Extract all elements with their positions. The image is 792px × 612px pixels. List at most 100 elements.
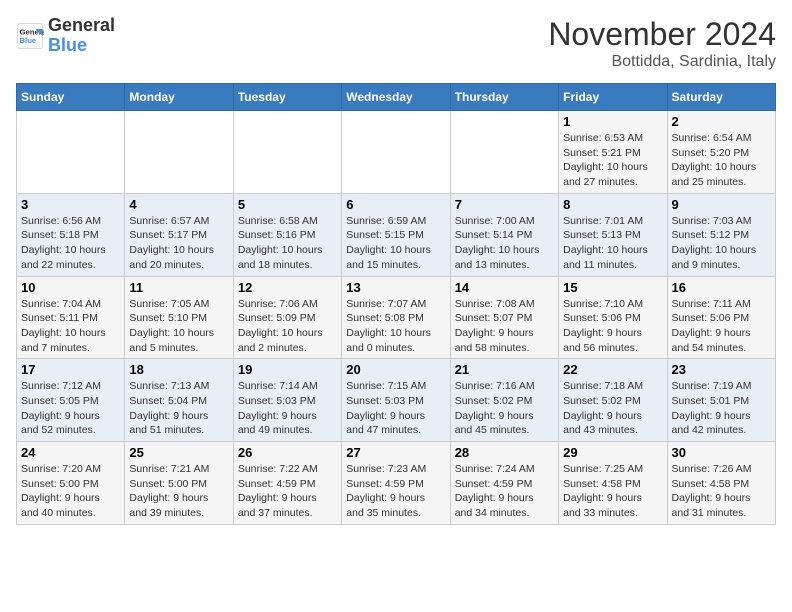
calendar-cell: 14Sunrise: 7:08 AM Sunset: 5:07 PM Dayli… (450, 276, 558, 359)
day-info: Sunrise: 7:25 AM Sunset: 4:58 PM Dayligh… (563, 462, 662, 521)
title-section: November 2024 Bottidda, Sardinia, Italy (548, 16, 776, 71)
calendar-cell: 20 Sunrise: 7:15 AM Sunset: 5:03 PM Dayli… (342, 359, 450, 442)
logo-icon: General Blue (16, 22, 44, 50)
calendar-cell (342, 111, 450, 194)
day-info: Sunrise: 7:13 AM Sunset: 5:04 PM Dayligh… (129, 379, 228, 438)
day-number: 30 (672, 445, 771, 460)
calendar-cell: 11 Sunrise: 7:05 AM Sunset: 5:10 PM Dayli… (125, 276, 233, 359)
day-info: Sunrise: 7:12 AM Sunset: 5:05 PM Dayligh… (21, 379, 120, 438)
day-number: 19 (238, 362, 337, 377)
calendar-cell: 29 Sunrise: 7:25 AM Sunset: 4:58 PM Dayli… (559, 442, 667, 525)
day-number: 11 (129, 280, 228, 295)
day-number: 29 (563, 445, 662, 460)
day-info: Sunrise: 7:21 AM Sunset: 5:00 PM Dayligh… (129, 462, 228, 521)
day-number: 5 (238, 197, 337, 212)
day-number: 2 (672, 114, 771, 129)
day-info: Sunrise: 6:58 AM Sunset: 5:16 PM Dayligh… (238, 214, 337, 273)
calendar-week-row: 1 Sunrise: 6:53 AM Sunset: 5:21 PM Daylig… (17, 111, 776, 194)
day-number: 10 (21, 280, 120, 295)
day-info: Sunrise: 7:01 AM Sunset: 5:13 PM Dayligh… (563, 214, 662, 273)
calendar-cell: 21Sunrise: 7:16 AM Sunset: 5:02 PM Dayli… (450, 359, 558, 442)
day-number: 25 (129, 445, 228, 460)
day-info: Sunrise: 6:57 AM Sunset: 5:17 PM Dayligh… (129, 214, 228, 273)
day-info: Sunrise: 7:00 AM Sunset: 5:14 PM Dayligh… (455, 214, 554, 273)
calendar-cell: 6Sunrise: 6:59 AM Sunset: 5:15 PM Daylig… (342, 193, 450, 276)
day-info: Sunrise: 7:10 AM Sunset: 5:06 PM Dayligh… (563, 297, 662, 356)
calendar-body: 1 Sunrise: 6:53 AM Sunset: 5:21 PM Daylig… (17, 111, 776, 525)
calendar-week-row: 10 Sunrise: 7:04 AM Sunset: 5:11 PM Dayli… (17, 276, 776, 359)
day-number: 1 (563, 114, 662, 129)
day-header-wednesday: Wednesday (342, 84, 450, 111)
calendar-cell: 12Sunrise: 7:06 AM Sunset: 5:09 PM Dayli… (233, 276, 341, 359)
calendar-cell: 17 Sunrise: 7:12 AM Sunset: 5:05 PM Dayli… (17, 359, 125, 442)
calendar-cell: 25 Sunrise: 7:21 AM Sunset: 5:00 PM Dayli… (125, 442, 233, 525)
calendar-cell: 5 Sunrise: 6:58 AM Sunset: 5:16 PM Daylig… (233, 193, 341, 276)
calendar-cell: 23Sunrise: 7:19 AM Sunset: 5:01 PM Dayli… (667, 359, 775, 442)
day-info: Sunrise: 7:20 AM Sunset: 5:00 PM Dayligh… (21, 462, 120, 521)
calendar-cell: 22 Sunrise: 7:18 AM Sunset: 5:02 PM Dayli… (559, 359, 667, 442)
day-number: 15 (563, 280, 662, 295)
day-number: 4 (129, 197, 228, 212)
calendar-header-row: SundayMondayTuesdayWednesdayThursdayFrid… (17, 84, 776, 111)
logo: General Blue General Blue (16, 16, 115, 56)
calendar-cell: 18 Sunrise: 7:13 AM Sunset: 5:04 PM Dayli… (125, 359, 233, 442)
calendar-cell: 1 Sunrise: 6:53 AM Sunset: 5:21 PM Daylig… (559, 111, 667, 194)
day-number: 18 (129, 362, 228, 377)
calendar-cell (450, 111, 558, 194)
calendar-cell (233, 111, 341, 194)
day-header-saturday: Saturday (667, 84, 775, 111)
day-number: 22 (563, 362, 662, 377)
calendar-week-row: 24 Sunrise: 7:20 AM Sunset: 5:00 PM Dayli… (17, 442, 776, 525)
calendar-cell (125, 111, 233, 194)
day-info: Sunrise: 6:54 AM Sunset: 5:20 PM Dayligh… (672, 131, 771, 190)
day-info: Sunrise: 7:05 AM Sunset: 5:10 PM Dayligh… (129, 297, 228, 356)
day-header-monday: Monday (125, 84, 233, 111)
day-number: 16 (672, 280, 771, 295)
calendar-cell: 16 Sunrise: 7:11 AM Sunset: 5:06 PM Dayli… (667, 276, 775, 359)
day-info: Sunrise: 7:08 AM Sunset: 5:07 PM Dayligh… (455, 297, 554, 356)
day-info: Sunrise: 7:22 AM Sunset: 4:59 PM Dayligh… (238, 462, 337, 521)
day-number: 24 (21, 445, 120, 460)
day-number: 23 (672, 362, 771, 377)
calendar-week-row: 17 Sunrise: 7:12 AM Sunset: 5:05 PM Dayli… (17, 359, 776, 442)
calendar-cell: 27Sunrise: 7:23 AM Sunset: 4:59 PM Dayli… (342, 442, 450, 525)
month-title: November 2024 (548, 16, 776, 53)
day-number: 20 (346, 362, 445, 377)
day-number: 27 (346, 445, 445, 460)
day-info: Sunrise: 7:07 AM Sunset: 5:08 PM Dayligh… (346, 297, 445, 356)
day-info: Sunrise: 7:18 AM Sunset: 5:02 PM Dayligh… (563, 379, 662, 438)
day-header-sunday: Sunday (17, 84, 125, 111)
day-info: Sunrise: 7:03 AM Sunset: 5:12 PM Dayligh… (672, 214, 771, 273)
day-number: 17 (21, 362, 120, 377)
calendar-cell: 7Sunrise: 7:00 AM Sunset: 5:14 PM Daylig… (450, 193, 558, 276)
calendar-cell: 2 Sunrise: 6:54 AM Sunset: 5:20 PM Daylig… (667, 111, 775, 194)
calendar-cell: 30Sunrise: 7:26 AM Sunset: 4:58 PM Dayli… (667, 442, 775, 525)
day-info: Sunrise: 7:16 AM Sunset: 5:02 PM Dayligh… (455, 379, 554, 438)
day-info: Sunrise: 7:14 AM Sunset: 5:03 PM Dayligh… (238, 379, 337, 438)
calendar-table: SundayMondayTuesdayWednesdayThursdayFrid… (16, 83, 776, 525)
day-number: 3 (21, 197, 120, 212)
svg-text:Blue: Blue (20, 36, 37, 45)
logo-text: General Blue (48, 16, 115, 56)
day-info: Sunrise: 6:53 AM Sunset: 5:21 PM Dayligh… (563, 131, 662, 190)
day-header-tuesday: Tuesday (233, 84, 341, 111)
calendar-cell: 8 Sunrise: 7:01 AM Sunset: 5:13 PM Daylig… (559, 193, 667, 276)
calendar-cell: 19 Sunrise: 7:14 AM Sunset: 5:03 PM Dayli… (233, 359, 341, 442)
day-number: 8 (563, 197, 662, 212)
day-header-thursday: Thursday (450, 84, 558, 111)
day-number: 26 (238, 445, 337, 460)
day-info: Sunrise: 7:11 AM Sunset: 5:06 PM Dayligh… (672, 297, 771, 356)
location-subtitle: Bottidda, Sardinia, Italy (548, 53, 776, 71)
day-number: 13 (346, 280, 445, 295)
calendar-cell: 28Sunrise: 7:24 AM Sunset: 4:59 PM Dayli… (450, 442, 558, 525)
calendar-cell: 3Sunrise: 6:56 AM Sunset: 5:18 PM Daylig… (17, 193, 125, 276)
calendar-cell: 10 Sunrise: 7:04 AM Sunset: 5:11 PM Dayli… (17, 276, 125, 359)
day-info: Sunrise: 7:04 AM Sunset: 5:11 PM Dayligh… (21, 297, 120, 356)
calendar-cell: 15 Sunrise: 7:10 AM Sunset: 5:06 PM Dayli… (559, 276, 667, 359)
calendar-cell: 13 Sunrise: 7:07 AM Sunset: 5:08 PM Dayli… (342, 276, 450, 359)
calendar-cell: 26 Sunrise: 7:22 AM Sunset: 4:59 PM Dayli… (233, 442, 341, 525)
day-number: 6 (346, 197, 445, 212)
day-info: Sunrise: 7:15 AM Sunset: 5:03 PM Dayligh… (346, 379, 445, 438)
day-info: Sunrise: 7:24 AM Sunset: 4:59 PM Dayligh… (455, 462, 554, 521)
calendar-cell: 4 Sunrise: 6:57 AM Sunset: 5:17 PM Daylig… (125, 193, 233, 276)
